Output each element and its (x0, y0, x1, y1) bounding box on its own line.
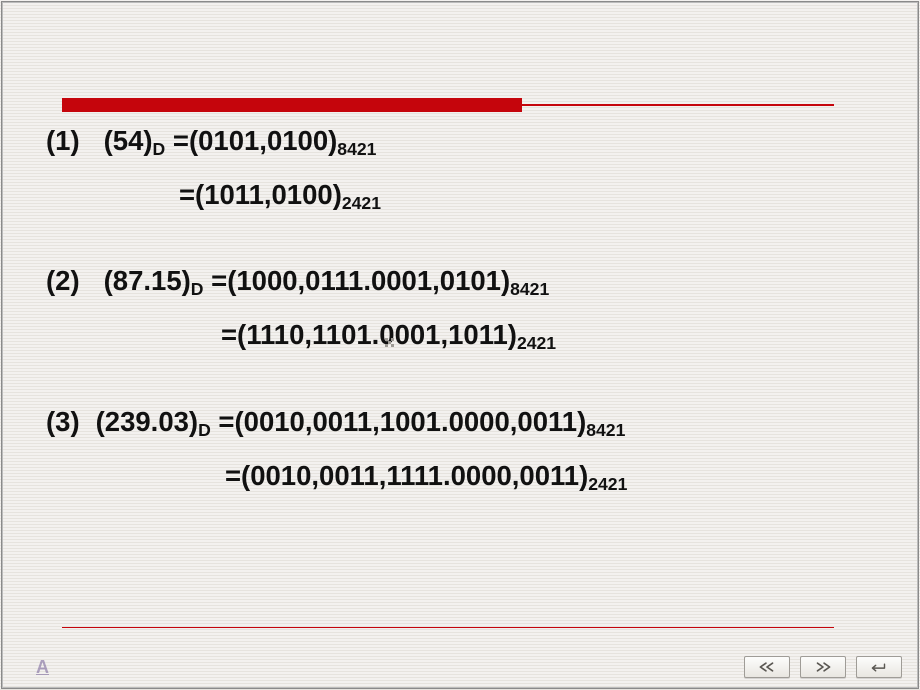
item-1-rhs-2421: =(1011,0100) (179, 179, 342, 210)
nav-controls (744, 656, 902, 678)
item-1-rhs-2421-sub: 2421 (342, 193, 381, 213)
item-1-rhs-8421-sub: 8421 (337, 139, 376, 159)
item-3-rhs-8421-sub: 8421 (586, 419, 625, 439)
next-button[interactable] (800, 656, 846, 678)
item-2-lhs-sub: D (191, 279, 204, 299)
item-3-line-1: (3) (239.03)D =(0010,0011,1001.0000,0011… (46, 406, 860, 440)
divider-thick (62, 98, 522, 112)
item-2-number: (2) (46, 265, 96, 297)
item-2: (2) (87.15)D =(1000,0111.0001,0101)8421 … (46, 265, 860, 353)
double-chevron-right-icon (812, 661, 834, 673)
item-3-lhs-sub: D (198, 419, 211, 439)
item-2-rhs-2421: =(1110,1101.0001,1011) (221, 319, 517, 350)
item-3-rhs-8421: =(0010,0011,1001.0000,0011) (211, 406, 586, 437)
item-3-number: (3) (46, 406, 88, 438)
item-1-line-2: =(1011,0100)2421 (46, 179, 860, 213)
item-1-lhs-sub: D (153, 139, 166, 159)
item-1-lhs: (54) (104, 125, 153, 156)
footer-divider (62, 627, 834, 628)
corner-mark: A (36, 657, 49, 678)
item-2-rhs-8421: =(1000,0111.0001,0101) (204, 265, 511, 296)
item-2-rhs-8421-sub: 8421 (510, 279, 549, 299)
item-1-number: (1) (46, 125, 96, 157)
item-3-line-2: =(0010,0011,1111.0000,0011)2421 (46, 460, 860, 494)
item-3-lhs: (239.03) (96, 406, 198, 437)
item-3-rhs-2421-sub: 2421 (588, 474, 627, 494)
item-1-rhs-8421: =(0101,0100) (165, 125, 337, 156)
item-2-rhs-2421-sub: 2421 (517, 333, 556, 353)
item-2-lhs: (87.15) (104, 265, 191, 296)
prev-button[interactable] (744, 656, 790, 678)
item-2-line-1: (2) (87.15)D =(1000,0111.0001,0101)8421 (46, 265, 860, 299)
slide-content: (1) (54)D =(0101,0100)8421 =(1011,0100)2… (46, 125, 860, 514)
item-1-line-1: (1) (54)D =(0101,0100)8421 (46, 125, 860, 159)
item-2-line-2: =(1110,1101.0001,1011)2421 (46, 319, 860, 353)
item-1: (1) (54)D =(0101,0100)8421 =(1011,0100)2… (46, 125, 860, 213)
item-3: (3) (239.03)D =(0010,0011,1001.0000,0011… (46, 406, 860, 494)
watermark-icon (385, 338, 394, 347)
double-chevron-left-icon (756, 661, 778, 673)
back-button[interactable] (856, 656, 902, 678)
return-arrow-icon (868, 661, 890, 673)
item-3-rhs-2421: =(0010,0011,1111.0000,0011) (225, 460, 588, 491)
title-divider (62, 98, 834, 112)
